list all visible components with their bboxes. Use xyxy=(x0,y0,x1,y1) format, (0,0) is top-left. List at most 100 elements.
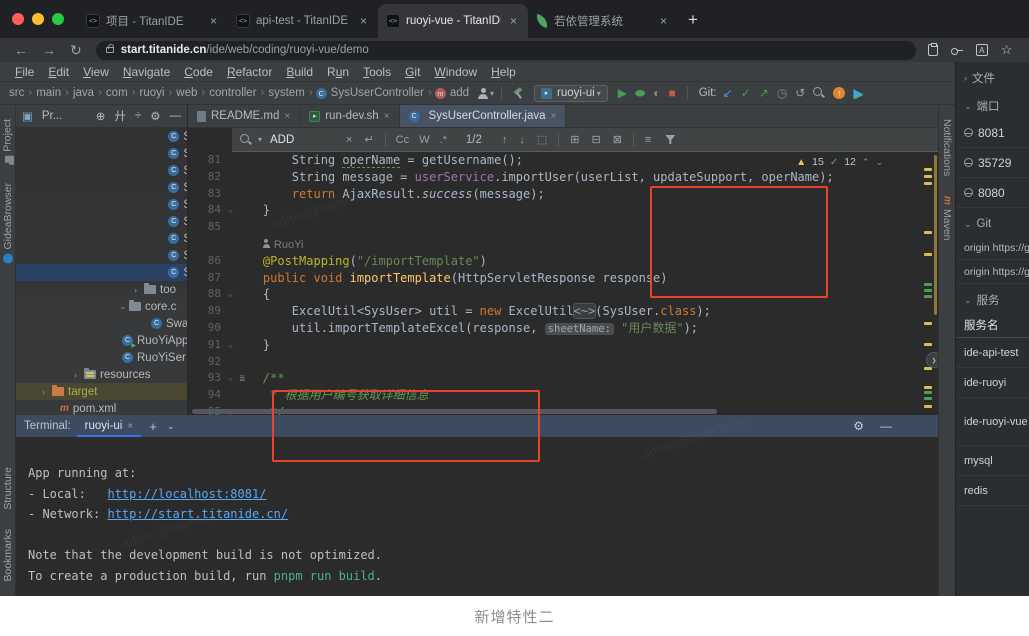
tool-window-project[interactable]: Project xyxy=(1,119,14,163)
tree-item-s[interactable]: CS xyxy=(16,145,187,162)
newline-icon[interactable]: ↵ xyxy=(364,133,373,146)
tree-item-core-c[interactable]: ⌄core.c xyxy=(16,298,187,315)
close-tab-icon[interactable]: × xyxy=(207,14,220,28)
menu-item-code[interactable]: Code xyxy=(177,65,220,79)
tool-window-maven[interactable]: mMaven xyxy=(941,196,953,240)
menu-item-build[interactable]: Build xyxy=(279,65,320,79)
breadcrumb-item[interactable]: controller xyxy=(208,87,257,99)
terminal-minimize-icon[interactable]: — xyxy=(880,419,892,433)
menu-item-refactor[interactable]: Refactor xyxy=(220,65,279,79)
search-history-chevron-icon[interactable]: ▾ xyxy=(258,135,262,144)
browser-tab[interactable]: <>api-test - TitanIDE× xyxy=(228,4,378,38)
tree-item-target[interactable]: ›target xyxy=(16,383,187,400)
tree-item-s[interactable]: CS xyxy=(16,179,187,196)
stop-icon[interactable]: ■ xyxy=(668,86,675,100)
tree-item-s[interactable]: CS xyxy=(16,213,187,230)
close-tab-icon[interactable]: × xyxy=(384,111,390,122)
next-issue-icon[interactable]: ⌄ xyxy=(875,157,883,168)
zoom-window-icon[interactable] xyxy=(52,13,64,25)
tree-item-s[interactable]: CS xyxy=(16,247,187,264)
rollback-icon[interactable]: ↺ xyxy=(795,86,805,100)
project-panel-title[interactable]: Pr... xyxy=(42,110,62,122)
browser-tab[interactable]: <>ruoyi-vue - TitanIDE× xyxy=(378,4,528,38)
service-row-ide-ruoyi[interactable]: ide-ruoyi xyxy=(956,368,1029,398)
breadcrumb-item[interactable]: web xyxy=(175,87,198,99)
hide-panel-icon[interactable]: — xyxy=(170,110,182,122)
tree-item-s[interactable]: CS xyxy=(16,128,187,145)
breadcrumb-item[interactable]: com xyxy=(105,87,129,99)
next-occurrence-icon[interactable]: ↓ xyxy=(519,134,525,146)
select-all-occurrences-icon[interactable]: ⬚ xyxy=(537,133,547,146)
inspections-widget[interactable]: ▲15 ✓12 ⌃ ⌄ xyxy=(796,156,883,168)
tree-item-too[interactable]: ›too xyxy=(16,281,187,298)
editor-tab-sysusercontroller-java[interactable]: CSysUserController.java× xyxy=(400,105,567,127)
service-row-mysql[interactable]: mysql xyxy=(956,446,1029,476)
menu-item-tools[interactable]: Tools xyxy=(356,65,398,79)
tool-window-notifications[interactable]: Notifications xyxy=(941,119,953,176)
run-icon[interactable]: ▶ xyxy=(618,86,627,100)
filter-icon[interactable] xyxy=(665,135,675,144)
forward-icon[interactable]: → xyxy=(42,42,56,58)
tree-chevron-icon[interactable]: › xyxy=(134,285,144,295)
tree-chevron-icon[interactable]: › xyxy=(42,387,52,397)
regex-toggle[interactable]: .* xyxy=(440,134,447,146)
match-case-toggle[interactable]: Cc xyxy=(396,134,409,146)
tree-item-pom-xml[interactable]: mpom.xml xyxy=(16,400,187,415)
breadcrumb-class[interactable]: SysUserController xyxy=(330,87,425,99)
new-terminal-icon[interactable]: + xyxy=(149,419,157,434)
add-selection-icon[interactable]: ⊞ xyxy=(570,133,579,146)
close-window-icon[interactable] xyxy=(12,13,24,25)
terminal-link[interactable]: http://localhost:8081/ xyxy=(107,487,266,501)
locate-file-icon[interactable]: ⊕ xyxy=(96,109,106,123)
prev-occurrence-icon[interactable]: ↑ xyxy=(502,134,508,146)
coverage-icon[interactable]: ◐ xyxy=(653,86,660,100)
address-bar[interactable]: start.titanide.cn/ide/web/coding/ruoyi-v… xyxy=(96,41,916,60)
browser-tab[interactable]: 若依管理系统× xyxy=(528,4,678,38)
terminal-settings-gear-icon[interactable]: ⚙ xyxy=(853,419,864,433)
port-row-8080[interactable]: 8080 xyxy=(956,178,1029,208)
back-icon[interactable]: ← xyxy=(14,42,28,58)
run-configuration-select[interactable]: ▸ ruoyi-ui ▾ xyxy=(534,85,608,102)
reload-icon[interactable]: ↻ xyxy=(70,42,82,59)
breadcrumb-item[interactable]: system xyxy=(267,87,305,99)
tree-item-s[interactable]: CS xyxy=(16,196,187,213)
toggle-selection-icon[interactable]: ⊠ xyxy=(613,133,622,146)
menu-item-git[interactable]: Git xyxy=(398,65,427,79)
search-options-icon[interactable]: ≡ xyxy=(645,134,651,146)
tree-item-s[interactable]: CS xyxy=(16,264,187,281)
tree-chevron-icon[interactable]: › xyxy=(74,370,84,380)
prev-issue-icon[interactable]: ⌃ xyxy=(862,157,870,168)
breadcrumb-item[interactable]: main xyxy=(35,87,62,99)
tree-item-ruoyiser[interactable]: CRuoYiSer xyxy=(16,349,187,366)
fold-chevron-icon[interactable]: ⌄ xyxy=(228,286,233,303)
menu-item-help[interactable]: Help xyxy=(484,65,523,79)
tool-window-gidea-browser[interactable]: GideaBrowser xyxy=(2,183,14,264)
service-row-redis[interactable]: redis xyxy=(956,476,1029,506)
breadcrumb-item[interactable]: src xyxy=(8,87,25,99)
port-row-35729[interactable]: 35729 xyxy=(956,148,1029,178)
profile-icon[interactable] xyxy=(478,88,488,99)
minimize-window-icon[interactable] xyxy=(32,13,44,25)
tree-chevron-icon[interactable]: ⌄ xyxy=(119,301,129,312)
tree-item-ruoyiapp[interactable]: CRuoYiApp xyxy=(16,332,187,349)
service-row-ide-ruoyi-vue[interactable]: ide-ruoyi-vue xyxy=(956,398,1029,446)
terminal-tab-ruoyi-ui[interactable]: ruoyi-ui × xyxy=(81,415,138,437)
port-row-8081[interactable]: 8081 xyxy=(956,118,1029,148)
editor-vscrollbar[interactable] xyxy=(934,155,937,315)
debug-icon[interactable]: ⬬ xyxy=(635,86,645,101)
git-remote-row-origin-https-gitee[interactable]: origin https://gitee xyxy=(956,260,1029,284)
tree-item-swa[interactable]: CSwa xyxy=(16,315,187,332)
bookmark-star-icon[interactable]: ☆ xyxy=(1001,42,1013,58)
browser-tab[interactable]: <>项目 - TitanIDE× xyxy=(78,4,228,38)
breadcrumb-method[interactable]: add xyxy=(449,87,470,99)
tool-window-bookmarks[interactable]: Bookmarks xyxy=(2,529,14,582)
build-hammer-icon[interactable] xyxy=(513,88,524,99)
tree-item-s[interactable]: CS xyxy=(16,162,187,179)
menu-item-navigate[interactable]: Navigate xyxy=(116,65,177,79)
expand-all-icon[interactable]: ⼶ xyxy=(114,108,126,124)
update-notification-icon[interactable]: ↑ xyxy=(833,87,845,99)
ide-services-icon[interactable]: ▶ xyxy=(853,86,862,100)
menu-item-window[interactable]: Window xyxy=(427,65,484,79)
macos-traffic-lights[interactable] xyxy=(12,13,64,25)
terminal-dropdown-icon[interactable]: ⌄ xyxy=(167,421,175,432)
